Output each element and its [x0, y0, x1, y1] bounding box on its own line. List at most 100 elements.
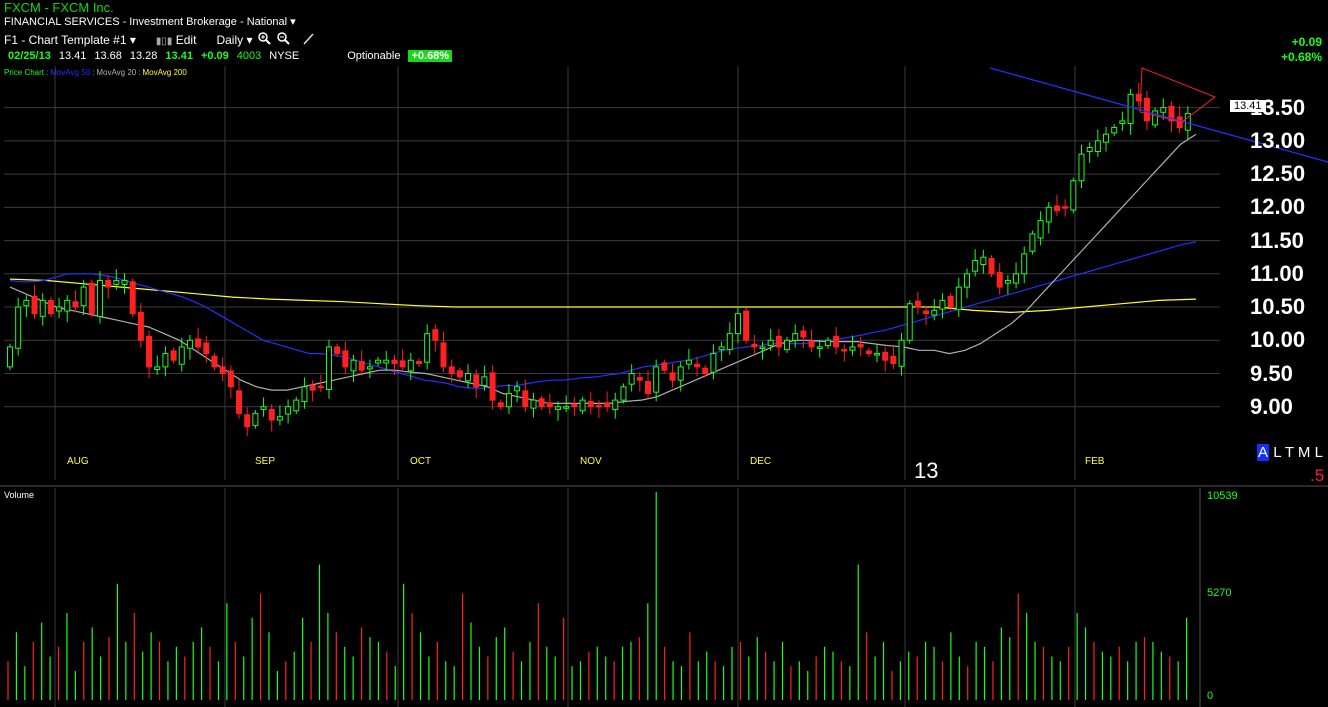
- price-axis-label: 11.50: [1250, 227, 1304, 253]
- candle-body: [1062, 206, 1069, 209]
- candle-body: [366, 366, 373, 370]
- candle-body: [947, 295, 954, 308]
- candle-body: [293, 399, 300, 412]
- ma50-line: [9, 241, 1197, 389]
- candle-body: [39, 299, 46, 317]
- candle-body: [792, 333, 799, 341]
- candle-body: [1013, 273, 1020, 284]
- candle-body: [595, 404, 602, 408]
- candle-body: [980, 256, 987, 265]
- candle-body: [555, 406, 562, 410]
- candle-body: [824, 339, 831, 347]
- candle-body: [1160, 107, 1167, 113]
- month-label: SEP: [255, 456, 276, 467]
- month-label: OCT: [410, 456, 432, 467]
- candle-body: [415, 361, 422, 365]
- candle-body: [375, 359, 382, 364]
- candle-body: [268, 408, 275, 421]
- candle-body: [996, 271, 1003, 288]
- candle-body: [653, 366, 660, 393]
- candle-body: [456, 370, 463, 378]
- candle-body: [1094, 140, 1101, 152]
- candle-body: [358, 361, 365, 371]
- candle-body: [923, 310, 930, 315]
- candle-body: [988, 258, 995, 275]
- current-price-label: 13.41: [1230, 100, 1266, 112]
- candle-body: [448, 366, 455, 375]
- candle-body: [571, 403, 578, 408]
- price-axis-label: 9.50: [1250, 360, 1293, 386]
- candle-body: [800, 330, 807, 338]
- candle-body: [628, 373, 635, 385]
- candle-body: [227, 370, 234, 388]
- candle-body: [7, 346, 13, 368]
- candle-body: [121, 279, 128, 285]
- volume-bars: [7, 492, 1188, 700]
- candle-body: [440, 342, 447, 368]
- candle-body: [963, 273, 970, 288]
- candlesticks: [7, 83, 1191, 437]
- candle-body: [702, 367, 709, 375]
- price-axis-label: 10.00: [1250, 327, 1306, 353]
- candle-body: [514, 386, 521, 392]
- candle-body: [890, 355, 897, 365]
- candle-body: [325, 346, 332, 390]
- candle-body: [530, 399, 537, 409]
- candle-body: [47, 299, 54, 315]
- candle-body: [612, 399, 619, 410]
- candle-body: [64, 299, 71, 312]
- candle-body: [1004, 279, 1011, 284]
- candle-body: [694, 363, 701, 368]
- candle-body: [759, 346, 766, 349]
- candle-body: [546, 402, 553, 408]
- year-label: 13: [914, 458, 939, 483]
- candle-body: [350, 359, 357, 372]
- chart-grid: [0, 66, 1328, 707]
- candle-body: [260, 406, 267, 410]
- candle-body: [72, 301, 79, 308]
- price-chart[interactable]: [0, 0, 1328, 707]
- candle-body: [636, 377, 643, 381]
- candle-body: [383, 359, 390, 364]
- candle-body: [113, 279, 120, 285]
- candle-body: [505, 392, 512, 408]
- candle-body: [604, 402, 611, 408]
- candle-body: [644, 380, 651, 394]
- candle-body: [743, 310, 750, 341]
- volume-mid: 5270: [1207, 587, 1232, 599]
- candle-body: [80, 286, 87, 307]
- candle-body: [1103, 133, 1110, 143]
- timeframe-a[interactable]: A: [1257, 444, 1270, 461]
- candle-body: [481, 376, 488, 386]
- candle-body: [334, 346, 341, 355]
- candle-body: [407, 359, 414, 372]
- candle-body: [137, 311, 144, 341]
- candle-body: [309, 384, 316, 391]
- month-label: NOV: [580, 456, 602, 467]
- candle-body: [808, 340, 815, 348]
- candle-body: [939, 299, 946, 310]
- candle-body: [816, 346, 823, 349]
- timeframe-ltml[interactable]: L T M L: [1273, 444, 1323, 461]
- volume-label: Volume: [4, 490, 35, 500]
- candle-body: [972, 260, 979, 272]
- candle-body: [170, 350, 177, 361]
- candle-body: [31, 295, 38, 315]
- price-axis-label: 10.50: [1250, 294, 1306, 320]
- candle-body: [579, 399, 586, 412]
- candle-body: [751, 343, 758, 348]
- volume-zero: 0: [1207, 690, 1214, 702]
- candle-body: [146, 335, 153, 368]
- candle-body: [1078, 153, 1085, 182]
- candle-body: [15, 306, 22, 349]
- month-label: DEC: [750, 456, 772, 467]
- price-axis-label: 13.00: [1250, 127, 1306, 153]
- price-axis-label: 9.00: [1250, 393, 1293, 419]
- candle-body: [775, 335, 782, 348]
- corner-value: .5: [1310, 466, 1325, 485]
- candle-body: [734, 313, 741, 335]
- candle-body: [162, 353, 169, 368]
- candle-body: [1021, 253, 1028, 275]
- channel-pattern: [1139, 67, 1217, 123]
- candle-body: [105, 279, 112, 288]
